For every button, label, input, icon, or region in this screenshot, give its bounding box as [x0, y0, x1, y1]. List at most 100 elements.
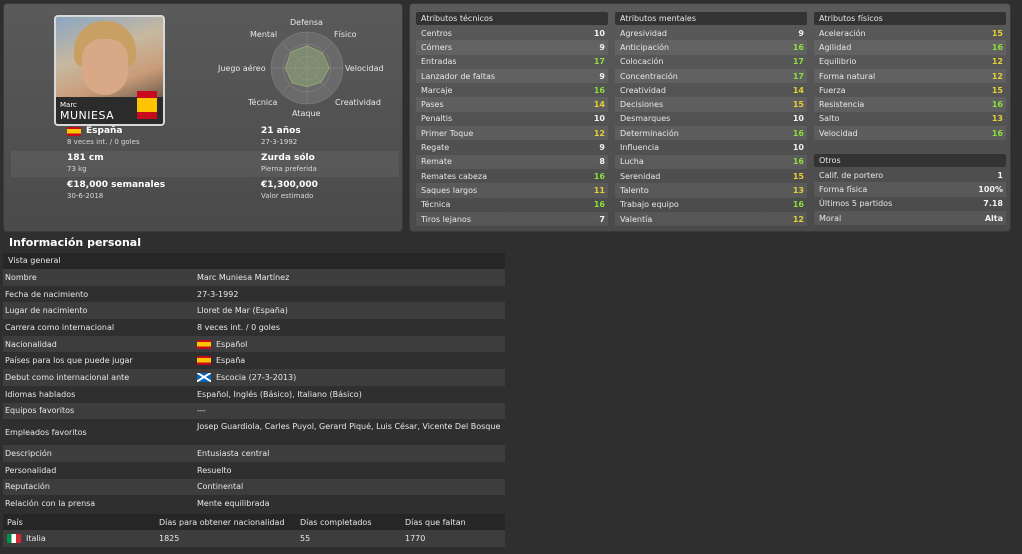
attribute-name: Talento	[620, 185, 649, 195]
attribute-row[interactable]: Saques largos 11	[416, 183, 608, 198]
attribute-row[interactable]: Anticipación 16	[615, 40, 807, 55]
attribute-row[interactable]: Primer Toque 12	[416, 126, 608, 141]
row-label: Equipos favoritos	[5, 406, 75, 416]
attribute-name: Marcaje	[421, 85, 453, 95]
attribute-row[interactable]: Lucha 16	[615, 154, 807, 169]
attribute-row[interactable]: Remate 8	[416, 154, 608, 169]
attribute-row[interactable]: Forma física 100%	[814, 182, 1006, 197]
attribute-value: 17	[593, 57, 605, 67]
row-value: Continental	[197, 482, 243, 491]
attribute-row[interactable]: Últimos 5 partidos 7.18	[814, 197, 1006, 211]
attribute-row[interactable]: Serenidad 15	[615, 169, 807, 183]
attribute-row[interactable]: Marcaje 16	[416, 83, 608, 97]
col-days-needed[interactable]: Días para obtener nacionalidad	[159, 518, 300, 527]
attribute-row[interactable]: Velocidad 16	[814, 126, 1006, 141]
attribute-row[interactable]: Tiros lejanos 7	[416, 211, 608, 227]
attribute-name: Equilibrio	[819, 57, 857, 67]
row-value: 8 veces int. / 0 goles	[197, 323, 280, 332]
attribute-value: 16	[792, 42, 804, 52]
player-foot: Zurda sólo	[261, 153, 315, 163]
attribute-row[interactable]: Decisiones 15	[615, 97, 807, 112]
table-row: Idiomas hablados Español, Inglés (Básico)…	[3, 386, 505, 403]
nationality-table: País Días para obtener nacionalidad Días…	[3, 514, 505, 547]
attribute-name: Pases	[421, 100, 444, 110]
attribute-row[interactable]: Agilidad 16	[814, 40, 1006, 55]
row-value: Español, Inglés (Básico), Italiano (Bási…	[197, 390, 362, 399]
player-photo: Marc MUNIESA	[54, 15, 165, 126]
attribute-row[interactable]: Técnica 16	[416, 198, 608, 212]
table-row: Carrera como internacional 8 veces int. /…	[3, 319, 505, 336]
attribute-row[interactable]: Moral Alta	[814, 210, 1006, 226]
table-row: Personalidad Resuelto	[3, 462, 505, 479]
attribute-name: Forma natural	[819, 71, 876, 81]
attribute-row[interactable]: Centros 10	[416, 26, 608, 40]
attribute-row[interactable]: Aceleración 15	[814, 26, 1006, 40]
table-row: Empleados favoritos Josep Guardiola, Carl…	[3, 419, 505, 445]
attribute-row[interactable]: Determinación 16	[615, 126, 807, 141]
attribute-row[interactable]: Salto 13	[814, 112, 1006, 126]
attribute-name: Desmarques	[620, 114, 671, 124]
attribute-row[interactable]: Desmarques 10	[615, 112, 807, 126]
col-days-left[interactable]: Días que faltan	[405, 518, 500, 527]
attribute-name: Forma física	[819, 184, 868, 194]
attribute-value: 15	[792, 100, 804, 110]
attribute-row[interactable]: Resistencia 16	[814, 97, 1006, 112]
row-value-text[interactable]: Español	[216, 340, 247, 349]
attribute-value: 10	[593, 28, 605, 38]
attribute-name: Fuerza	[819, 85, 846, 95]
attribute-value: 16	[991, 42, 1003, 52]
attribute-row[interactable]: Fuerza 15	[814, 83, 1006, 97]
attribute-row[interactable]: Creatividad 14	[615, 83, 807, 97]
row-value: Escocia (27-3-2013)	[197, 372, 296, 382]
attribute-value: 12	[593, 128, 605, 138]
attribute-name: Técnica	[421, 200, 451, 210]
attribute-row[interactable]: Influencia 10	[615, 140, 807, 154]
attribute-name: Valentía	[620, 214, 653, 224]
attribute-row[interactable]: Córners 9	[416, 40, 608, 55]
mental-header: Atributos mentales	[615, 12, 807, 25]
attribute-value: 12	[991, 71, 1003, 81]
col-days-done[interactable]: Días completados	[300, 518, 405, 527]
attribute-value: 100%	[978, 184, 1003, 194]
attribute-value: 13	[792, 185, 804, 195]
row-value-text[interactable]: España	[216, 356, 245, 365]
attribute-row[interactable]: Trabajo equipo 16	[615, 198, 807, 212]
nat-country: Italia	[26, 534, 46, 543]
nat-days-needed: 1825	[159, 534, 180, 543]
attribute-value: 12	[792, 214, 804, 224]
attribute-row[interactable]: Valentía 12	[615, 211, 807, 227]
attribute-row[interactable]: Colocación 17	[615, 55, 807, 69]
attribute-row[interactable]: Remates cabeza 16	[416, 169, 608, 183]
attribute-row[interactable]: Concentración 17	[615, 68, 807, 84]
table-row[interactable]: Italia 1825 55 1770	[3, 530, 505, 547]
attribute-value: 17	[792, 71, 804, 81]
radar-label-velocidad: Velocidad	[345, 64, 384, 73]
attribute-value: 15	[991, 85, 1003, 95]
attribute-row[interactable]: Talento 13	[615, 183, 807, 198]
attribute-row[interactable]: Forma natural 12	[814, 68, 1006, 84]
attribute-row[interactable]: Lanzador de faltas 9	[416, 68, 608, 84]
row-value-text[interactable]: Escocia (27-3-2013)	[216, 373, 296, 382]
row-value-text: 8 veces int. / 0 goles	[197, 322, 280, 332]
attribute-name: Anticipación	[620, 42, 670, 52]
attribute-row[interactable]: Calif. de portero 1	[814, 168, 1006, 182]
row-value-text: 27-3-1992	[197, 289, 239, 299]
row-value: España	[197, 356, 245, 366]
attribute-row[interactable]: Agresividad 9	[615, 26, 807, 40]
attribute-name: Regate	[421, 143, 450, 153]
attribute-row[interactable]: Penaltis 10	[416, 112, 608, 126]
summary-row-3: €18,000 semanales 30-6-2018 €1,300,000 V…	[11, 178, 399, 204]
table-row: Nacionalidad Español	[3, 335, 505, 353]
row-value: Lloret de Mar (España)	[197, 306, 288, 315]
attribute-value: 9	[798, 28, 804, 38]
col-country[interactable]: País	[3, 518, 159, 527]
summary-row-1: España 8 veces int. / 0 goles 21 años 27…	[11, 124, 399, 150]
attribute-name: Últimos 5 partidos	[819, 199, 893, 209]
spain-flag-icon	[67, 126, 81, 136]
attribute-row[interactable]: Pases 14	[416, 97, 608, 112]
attribute-row[interactable]: Equilibrio 12	[814, 55, 1006, 69]
technical-attributes: Atributos técnicos Centros 10 Córners 9 Entr…	[416, 12, 608, 227]
attribute-row[interactable]: Entradas 17	[416, 55, 608, 69]
summary-row-2: 181 cm 73 kg Zurda sólo Pierna preferida	[11, 151, 399, 177]
attribute-row[interactable]: Regate 9	[416, 140, 608, 154]
